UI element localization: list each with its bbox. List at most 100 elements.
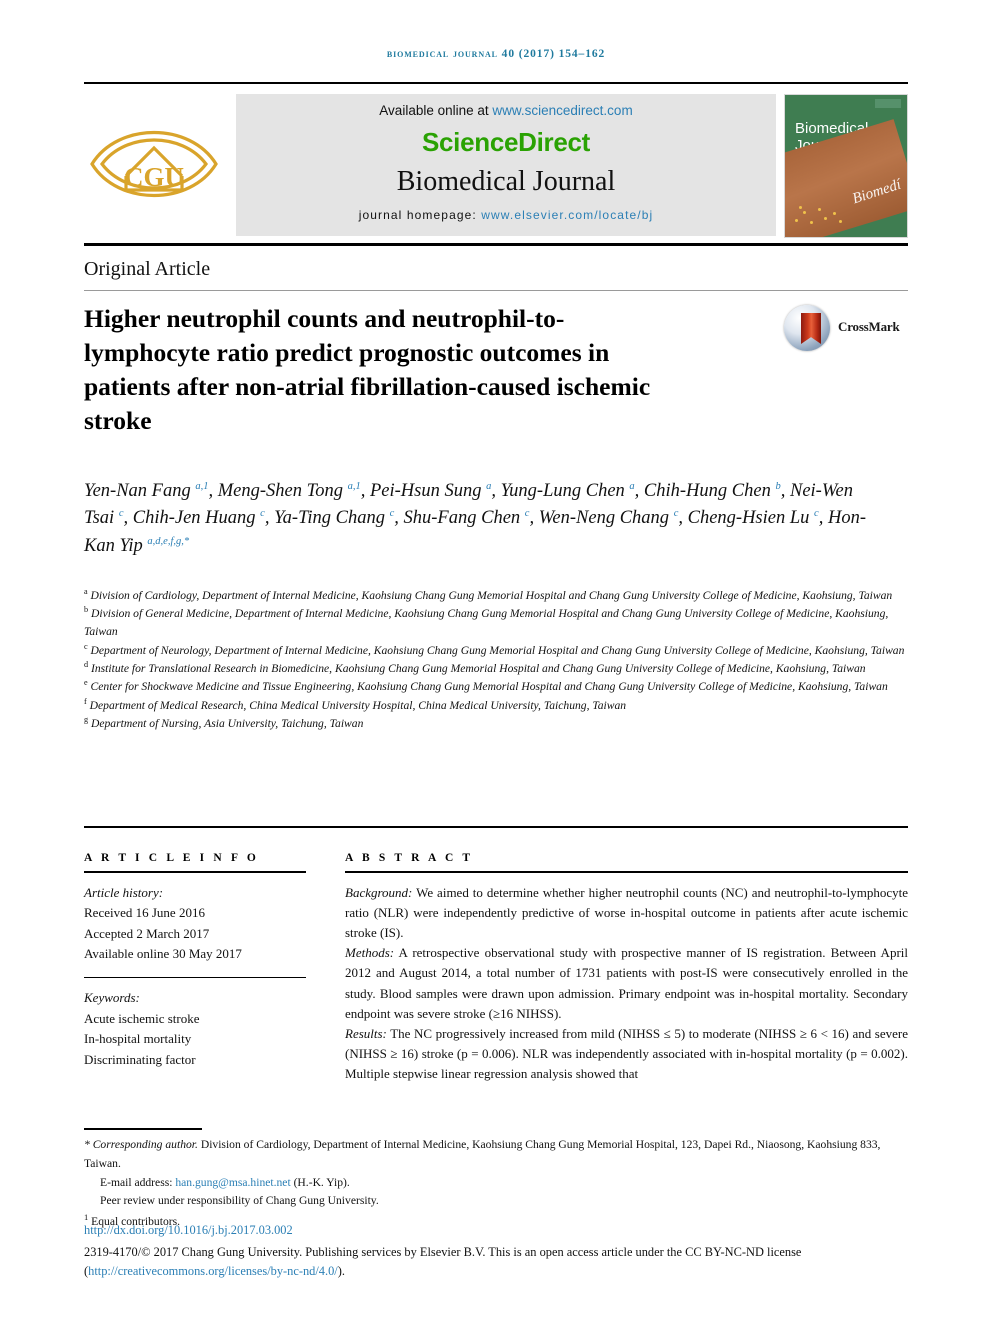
author-affiliation-marker: a,1: [347, 480, 361, 492]
doi-link[interactable]: http://dx.doi.org/10.1016/j.bj.2017.03.0…: [84, 1223, 293, 1237]
journal-article-page: Biomedical Journal 40 (2017) 154–162 CGU…: [0, 0, 992, 1323]
journal-name: Biomedical Journal: [396, 166, 616, 197]
masthead-bottom-rule: [84, 243, 908, 246]
affiliation-item: b Division of General Medicine, Departme…: [84, 604, 908, 640]
history-item: Available online 30 May 2017: [84, 946, 242, 962]
corresponding-author-text: Division of Cardiology, Department of In…: [84, 1138, 881, 1170]
author-name: Pei-Hsun Sung: [369, 481, 487, 501]
keywords-rule: [84, 977, 306, 979]
abstract-rule: [345, 871, 908, 873]
affiliation-item: f Department of Medical Research, China …: [84, 696, 908, 714]
sciencedirect-logo: ScienceDirect: [421, 127, 591, 157]
masthead: CGU Available online at www.sciencedirec…: [84, 92, 908, 240]
sciencedirect-band: Available online at www.sciencedirect.co…: [236, 94, 776, 236]
page-title: Higher neutrophil counts and neutrophil-…: [84, 304, 651, 435]
running-head: Biomedical Journal 40 (2017) 154–162: [386, 48, 606, 60]
journal-homepage-line: journal homepage: www.elsevier.com/locat…: [236, 208, 776, 222]
article-history-label: Article history:: [84, 884, 164, 900]
email-note: E-mail address: han.gung@msa.hinet.net (…: [84, 1174, 908, 1193]
cgu-logo-icon: CGU: [88, 104, 220, 224]
corresponding-author-label: * Corresponding author.: [84, 1138, 198, 1151]
affiliation-text: Department of Nursing, Asia University, …: [88, 717, 364, 731]
author-affiliation-marker: c: [814, 508, 819, 520]
affiliation-text: Center for Shockwave Medicine and Tissue…: [87, 680, 888, 694]
article-info-column: A R T I C L E I N F O Article history: R…: [84, 852, 306, 1070]
author-affiliation-marker: a,1: [195, 480, 209, 492]
abstract-section-text: The NC progressively increased from mild…: [345, 1025, 908, 1082]
article-type: Original Article: [84, 258, 211, 280]
abstract-section-text: A retrospective observational study with…: [345, 945, 908, 1021]
cover-top-mark: [875, 99, 901, 108]
journal-cover-thumbnail: Biomedical Journal Biomedí: [784, 94, 908, 238]
author-affiliation-marker: a: [486, 480, 492, 492]
affiliation-item: c Department of Neurology, Department of…: [84, 641, 908, 659]
history-item: Received 16 June 2016: [84, 905, 205, 921]
author-affiliation-marker: c: [260, 508, 265, 520]
article-history-block: Article history: Received 16 June 2016 A…: [84, 883, 306, 965]
keywords-label: Keywords:: [84, 990, 140, 1006]
sciencedirect-link[interactable]: www.sciencedirect.com: [492, 103, 632, 118]
abstract-column: A B S T R A C T Background: We aimed to …: [345, 852, 908, 1084]
article-info-rule: [84, 871, 306, 873]
footnote-rule: [84, 1128, 202, 1130]
affiliation-list: a Division of Cardiology, Department of …: [84, 586, 908, 733]
crossmark-ribbon-icon: [801, 313, 821, 344]
abstract-section: Background: We aimed to determine whethe…: [345, 883, 908, 943]
author-affiliation-marker: a: [629, 480, 635, 492]
keyword-item: In-hospital mortality: [84, 1031, 192, 1047]
top-rule: [84, 82, 908, 85]
author-name: Chih-Hung Chen: [643, 481, 776, 501]
abstract-section: Results: The NC progressively increased …: [345, 1024, 908, 1084]
affiliation-item: d Institute for Translational Research i…: [84, 659, 908, 677]
abstract-section-text: We aimed to determine whether higher neu…: [345, 884, 908, 941]
author-affiliation-marker: c: [524, 508, 530, 520]
author-affiliation-marker: c: [673, 508, 679, 520]
peer-review-note: Peer review under responsibility of Chan…: [100, 1194, 379, 1208]
homepage-link[interactable]: www.elsevier.com/locate/bj: [481, 208, 653, 222]
abstract-section: Methods: A retrospective observational s…: [345, 943, 908, 1024]
author-name: Cheng-Hsien Lu: [687, 508, 815, 529]
svg-text:CGU: CGU: [124, 162, 184, 192]
article-type-rule: [84, 290, 908, 291]
doi-line: http://dx.doi.org/10.1016/j.bj.2017.03.0…: [84, 1223, 293, 1238]
affiliation-text: Department of Medical Research, China Me…: [86, 698, 627, 712]
author-name: Shu-Fang Chen: [403, 508, 525, 529]
history-item: Accepted 2 March 2017: [84, 925, 210, 941]
homepage-label: journal homepage:: [358, 208, 477, 222]
crossmark-badge[interactable]: CrossMark: [780, 302, 908, 356]
email-link[interactable]: han.gung@msa.hinet.net: [175, 1176, 290, 1189]
crossmark-label: CrossMark: [838, 319, 900, 334]
available-online-label: Available online at: [379, 103, 493, 118]
keyword-item: Discriminating factor: [84, 1051, 196, 1067]
affiliation-text: Department of Neurology, Department of I…: [87, 643, 905, 657]
abstract-section-label: Methods:: [345, 945, 395, 961]
author-name: Chih-Jen Huang: [132, 508, 261, 529]
info-section-top-rule: [84, 826, 908, 829]
affiliation-text: Division of General Medicine, Department…: [84, 607, 889, 638]
author-affiliation-marker: a,d,e,f,g,*: [147, 535, 190, 547]
corresponding-author-note: * Corresponding author. Division of Card…: [84, 1136, 908, 1174]
abstract-body: Background: We aimed to determine whethe…: [345, 883, 908, 1084]
abstract-section-label: Background:: [345, 884, 413, 900]
abstract-section-label: Results:: [345, 1025, 387, 1041]
copyright-license-line: 2319-4170/© 2017 Chang Gung University. …: [84, 1243, 908, 1281]
affiliation-item: e Center for Shockwave Medicine and Tiss…: [84, 677, 908, 695]
copyright-tail: ).: [337, 1263, 345, 1278]
email-label: E-mail address:: [100, 1175, 176, 1189]
affiliation-item: a Division of Cardiology, Department of …: [84, 586, 908, 604]
license-link[interactable]: http://creativecommons.org/licenses/by-n…: [88, 1264, 338, 1278]
author-affiliation-marker: b: [775, 480, 781, 492]
affiliation-text: Institute for Translational Research in …: [88, 661, 866, 675]
author-name: Yen-Nan Fang: [84, 481, 196, 501]
affiliation-item: g Department of Nursing, Asia University…: [84, 714, 908, 732]
keywords-block: Keywords: Acute ischemic stroke In-hospi…: [84, 988, 306, 1070]
author-name: Yung-Lung Chen: [500, 481, 630, 501]
abstract-heading: A B S T R A C T: [345, 852, 474, 864]
author-name: Ya-Ting Chang: [274, 508, 390, 529]
cover-dots: [793, 205, 847, 227]
author-name: Wen-Neng Chang: [538, 508, 674, 529]
author-affiliation-marker: c: [389, 508, 395, 520]
author-list: Yen-Nan Fang a,1, Meng-Shen Tong a,1, Pe…: [84, 480, 866, 556]
email-suffix: (H.-K. Yip).: [290, 1175, 350, 1189]
available-online-line: Available online at www.sciencedirect.co…: [236, 103, 776, 118]
